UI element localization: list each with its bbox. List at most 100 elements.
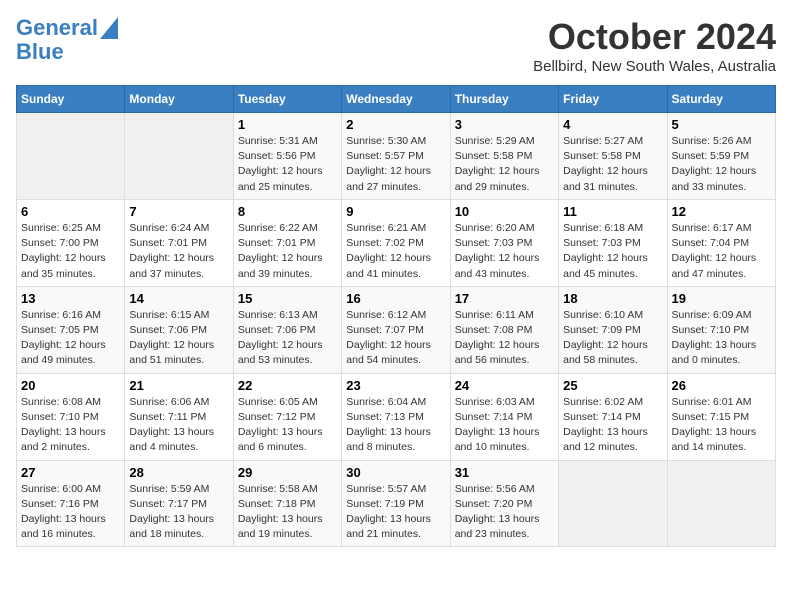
- day-info: Sunrise: 6:05 AM Sunset: 7:12 PM Dayligh…: [238, 395, 337, 456]
- day-number: 23: [346, 378, 445, 393]
- calendar-cell: 15 Sunrise: 6:13 AM Sunset: 7:06 PM Dayl…: [233, 286, 341, 373]
- col-header-saturday: Saturday: [667, 86, 775, 113]
- calendar-cell: 13 Sunrise: 6:16 AM Sunset: 7:05 PM Dayl…: [17, 286, 125, 373]
- day-number: 10: [455, 204, 554, 219]
- day-number: 25: [563, 378, 662, 393]
- col-header-thursday: Thursday: [450, 86, 558, 113]
- calendar-header-row: SundayMondayTuesdayWednesdayThursdayFrid…: [17, 86, 776, 113]
- day-info: Sunrise: 6:04 AM Sunset: 7:13 PM Dayligh…: [346, 395, 445, 456]
- calendar-cell: 24 Sunrise: 6:03 AM Sunset: 7:14 PM Dayl…: [450, 373, 558, 460]
- day-number: 4: [563, 117, 662, 132]
- calendar-cell: 26 Sunrise: 6:01 AM Sunset: 7:15 PM Dayl…: [667, 373, 775, 460]
- day-info: Sunrise: 6:03 AM Sunset: 7:14 PM Dayligh…: [455, 395, 554, 456]
- calendar-cell: 10 Sunrise: 6:20 AM Sunset: 7:03 PM Dayl…: [450, 199, 558, 286]
- calendar-cell: 2 Sunrise: 5:30 AM Sunset: 5:57 PM Dayli…: [342, 113, 450, 200]
- day-info: Sunrise: 6:16 AM Sunset: 7:05 PM Dayligh…: [21, 308, 120, 369]
- calendar-cell: [559, 460, 667, 547]
- day-number: 13: [21, 291, 120, 306]
- calendar-cell: 29 Sunrise: 5:58 AM Sunset: 7:18 PM Dayl…: [233, 460, 341, 547]
- col-header-friday: Friday: [559, 86, 667, 113]
- calendar-cell: 31 Sunrise: 5:56 AM Sunset: 7:20 PM Dayl…: [450, 460, 558, 547]
- col-header-wednesday: Wednesday: [342, 86, 450, 113]
- day-info: Sunrise: 6:22 AM Sunset: 7:01 PM Dayligh…: [238, 221, 337, 282]
- page-header: General Blue October 2024 Bellbird, New …: [16, 16, 776, 75]
- day-number: 5: [672, 117, 771, 132]
- calendar-cell: [667, 460, 775, 547]
- calendar-cell: 1 Sunrise: 5:31 AM Sunset: 5:56 PM Dayli…: [233, 113, 341, 200]
- month-title: October 2024: [533, 16, 776, 58]
- calendar-cell: 5 Sunrise: 5:26 AM Sunset: 5:59 PM Dayli…: [667, 113, 775, 200]
- calendar-table: SundayMondayTuesdayWednesdayThursdayFrid…: [16, 85, 776, 547]
- day-number: 15: [238, 291, 337, 306]
- day-number: 3: [455, 117, 554, 132]
- logo: General Blue: [16, 16, 118, 64]
- calendar-cell: 9 Sunrise: 6:21 AM Sunset: 7:02 PM Dayli…: [342, 199, 450, 286]
- col-header-monday: Monday: [125, 86, 233, 113]
- calendar-cell: 18 Sunrise: 6:10 AM Sunset: 7:09 PM Dayl…: [559, 286, 667, 373]
- day-info: Sunrise: 6:01 AM Sunset: 7:15 PM Dayligh…: [672, 395, 771, 456]
- day-info: Sunrise: 6:10 AM Sunset: 7:09 PM Dayligh…: [563, 308, 662, 369]
- title-block: October 2024 Bellbird, New South Wales, …: [533, 16, 776, 75]
- day-number: 1: [238, 117, 337, 132]
- day-number: 19: [672, 291, 771, 306]
- logo-general: General: [16, 15, 98, 40]
- day-info: Sunrise: 5:59 AM Sunset: 7:17 PM Dayligh…: [129, 482, 228, 543]
- day-number: 8: [238, 204, 337, 219]
- day-number: 20: [21, 378, 120, 393]
- calendar-week-row: 27 Sunrise: 6:00 AM Sunset: 7:16 PM Dayl…: [17, 460, 776, 547]
- day-info: Sunrise: 6:11 AM Sunset: 7:08 PM Dayligh…: [455, 308, 554, 369]
- day-number: 22: [238, 378, 337, 393]
- calendar-week-row: 1 Sunrise: 5:31 AM Sunset: 5:56 PM Dayli…: [17, 113, 776, 200]
- day-number: 6: [21, 204, 120, 219]
- day-info: Sunrise: 6:09 AM Sunset: 7:10 PM Dayligh…: [672, 308, 771, 369]
- calendar-cell: 12 Sunrise: 6:17 AM Sunset: 7:04 PM Dayl…: [667, 199, 775, 286]
- calendar-cell: 3 Sunrise: 5:29 AM Sunset: 5:58 PM Dayli…: [450, 113, 558, 200]
- day-number: 11: [563, 204, 662, 219]
- day-number: 21: [129, 378, 228, 393]
- calendar-cell: 14 Sunrise: 6:15 AM Sunset: 7:06 PM Dayl…: [125, 286, 233, 373]
- calendar-cell: 27 Sunrise: 6:00 AM Sunset: 7:16 PM Dayl…: [17, 460, 125, 547]
- day-number: 27: [21, 465, 120, 480]
- logo-text: General: [16, 16, 98, 40]
- day-info: Sunrise: 6:17 AM Sunset: 7:04 PM Dayligh…: [672, 221, 771, 282]
- day-info: Sunrise: 6:25 AM Sunset: 7:00 PM Dayligh…: [21, 221, 120, 282]
- day-info: Sunrise: 6:02 AM Sunset: 7:14 PM Dayligh…: [563, 395, 662, 456]
- day-info: Sunrise: 5:31 AM Sunset: 5:56 PM Dayligh…: [238, 134, 337, 195]
- day-number: 31: [455, 465, 554, 480]
- calendar-cell: 30 Sunrise: 5:57 AM Sunset: 7:19 PM Dayl…: [342, 460, 450, 547]
- day-number: 9: [346, 204, 445, 219]
- calendar-cell: 28 Sunrise: 5:59 AM Sunset: 7:17 PM Dayl…: [125, 460, 233, 547]
- col-header-tuesday: Tuesday: [233, 86, 341, 113]
- day-info: Sunrise: 5:57 AM Sunset: 7:19 PM Dayligh…: [346, 482, 445, 543]
- day-info: Sunrise: 6:00 AM Sunset: 7:16 PM Dayligh…: [21, 482, 120, 543]
- logo-blue: Blue: [16, 40, 64, 64]
- day-number: 17: [455, 291, 554, 306]
- calendar-cell: 4 Sunrise: 5:27 AM Sunset: 5:58 PM Dayli…: [559, 113, 667, 200]
- calendar-cell: 25 Sunrise: 6:02 AM Sunset: 7:14 PM Dayl…: [559, 373, 667, 460]
- day-number: 7: [129, 204, 228, 219]
- calendar-cell: 23 Sunrise: 6:04 AM Sunset: 7:13 PM Dayl…: [342, 373, 450, 460]
- day-number: 30: [346, 465, 445, 480]
- day-info: Sunrise: 5:30 AM Sunset: 5:57 PM Dayligh…: [346, 134, 445, 195]
- day-info: Sunrise: 5:27 AM Sunset: 5:58 PM Dayligh…: [563, 134, 662, 195]
- calendar-cell: 21 Sunrise: 6:06 AM Sunset: 7:11 PM Dayl…: [125, 373, 233, 460]
- logo-arrow-icon: [100, 17, 118, 39]
- col-header-sunday: Sunday: [17, 86, 125, 113]
- day-number: 24: [455, 378, 554, 393]
- day-info: Sunrise: 6:18 AM Sunset: 7:03 PM Dayligh…: [563, 221, 662, 282]
- day-info: Sunrise: 6:13 AM Sunset: 7:06 PM Dayligh…: [238, 308, 337, 369]
- day-number: 14: [129, 291, 228, 306]
- day-number: 28: [129, 465, 228, 480]
- calendar-cell: 16 Sunrise: 6:12 AM Sunset: 7:07 PM Dayl…: [342, 286, 450, 373]
- calendar-week-row: 6 Sunrise: 6:25 AM Sunset: 7:00 PM Dayli…: [17, 199, 776, 286]
- day-info: Sunrise: 6:24 AM Sunset: 7:01 PM Dayligh…: [129, 221, 228, 282]
- calendar-cell: 22 Sunrise: 6:05 AM Sunset: 7:12 PM Dayl…: [233, 373, 341, 460]
- day-number: 12: [672, 204, 771, 219]
- day-info: Sunrise: 6:12 AM Sunset: 7:07 PM Dayligh…: [346, 308, 445, 369]
- day-info: Sunrise: 5:58 AM Sunset: 7:18 PM Dayligh…: [238, 482, 337, 543]
- day-info: Sunrise: 5:26 AM Sunset: 5:59 PM Dayligh…: [672, 134, 771, 195]
- day-number: 2: [346, 117, 445, 132]
- calendar-cell: [17, 113, 125, 200]
- calendar-week-row: 13 Sunrise: 6:16 AM Sunset: 7:05 PM Dayl…: [17, 286, 776, 373]
- calendar-cell: 7 Sunrise: 6:24 AM Sunset: 7:01 PM Dayli…: [125, 199, 233, 286]
